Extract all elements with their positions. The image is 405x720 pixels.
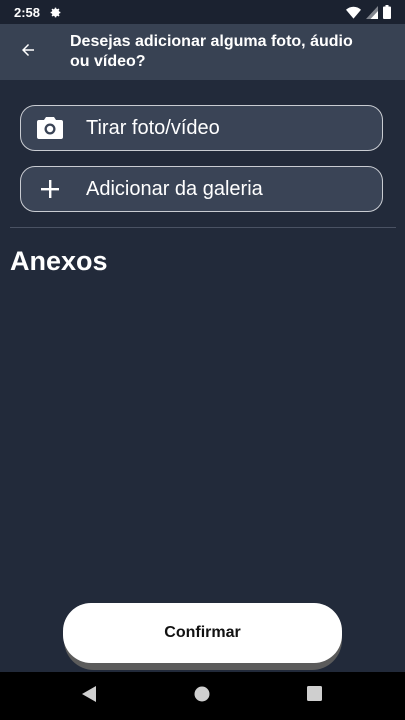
back-triangle-icon	[82, 685, 96, 707]
nav-home-button[interactable]	[172, 672, 232, 720]
attachments-heading: Anexos	[10, 246, 108, 276]
camera-icon	[37, 115, 63, 141]
plus-icon	[37, 176, 63, 202]
arrow-left-icon	[19, 41, 37, 64]
status-time: 2:58	[14, 4, 41, 20]
confirm-button[interactable]: Confirmar	[63, 603, 342, 663]
back-button[interactable]	[0, 24, 56, 80]
add-from-gallery-label: Adicionar da galeria	[86, 177, 263, 200]
status-bar: 2:58	[0, 0, 405, 24]
add-from-gallery-button[interactable]: Adicionar da galeria	[20, 166, 383, 212]
recents-square-icon	[306, 686, 322, 706]
app-bar: Desejas adicionar alguma foto, áudio ou …	[0, 24, 405, 80]
divider	[10, 227, 396, 228]
battery-icon	[383, 5, 391, 24]
page-title: Desejas adicionar alguma foto, áudio ou …	[70, 33, 353, 70]
gear-icon	[49, 6, 62, 19]
signal-icon	[366, 5, 378, 24]
home-circle-icon	[194, 686, 210, 707]
wifi-icon	[346, 6, 361, 24]
navigation-bar	[0, 672, 405, 720]
nav-recents-button[interactable]	[284, 672, 344, 720]
nav-back-button[interactable]	[59, 672, 119, 720]
take-photo-video-button[interactable]: Tirar foto/vídeo	[20, 105, 383, 151]
take-photo-video-label: Tirar foto/vídeo	[86, 116, 220, 139]
